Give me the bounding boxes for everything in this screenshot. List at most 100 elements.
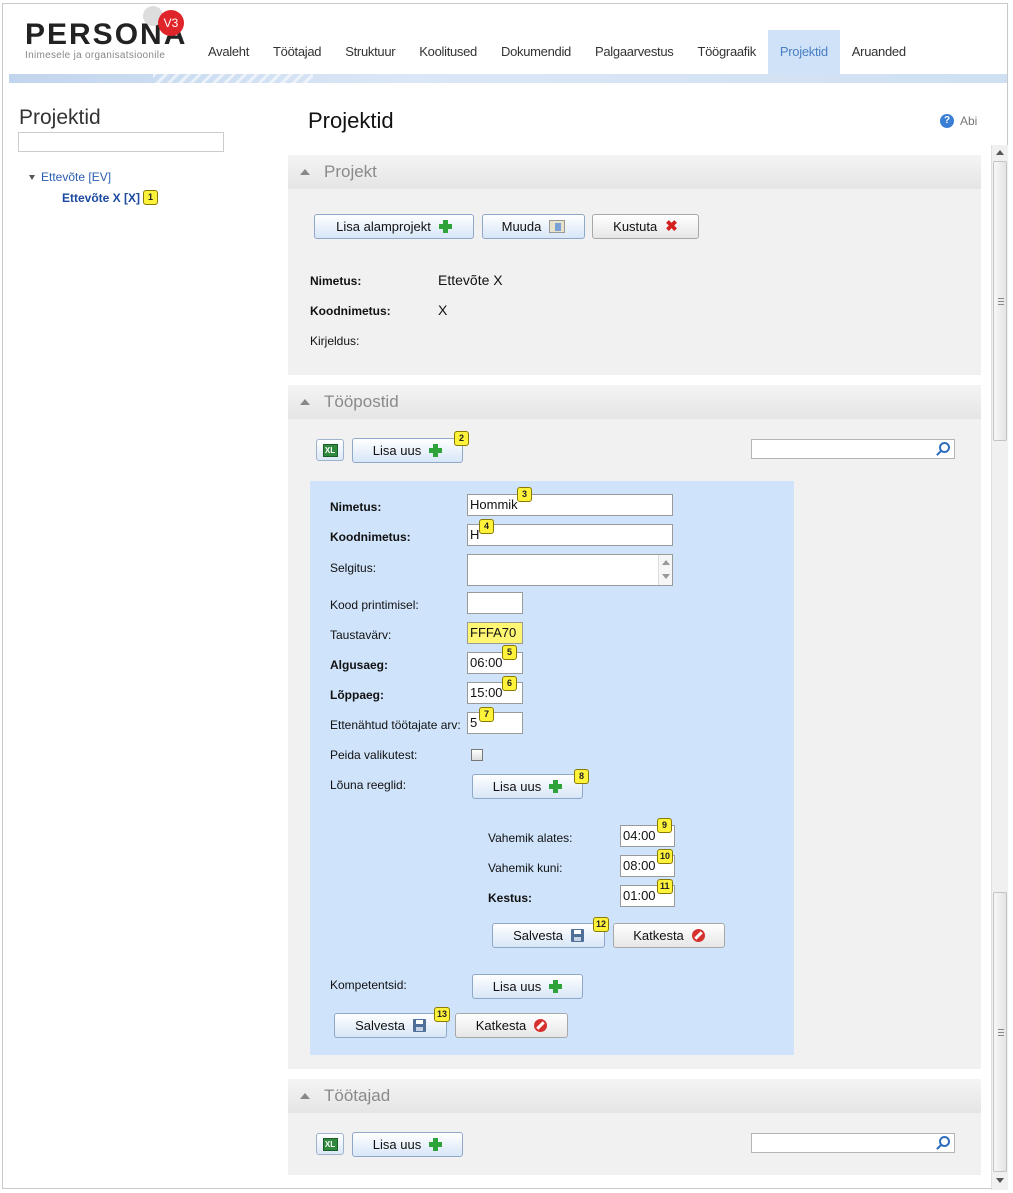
form-comp-label: Kompetentsid: [330, 978, 407, 992]
nav-dokumendid[interactable]: Dokumendid [489, 30, 583, 74]
form-desc-textarea[interactable] [467, 554, 673, 586]
tree-node-child-label[interactable]: Ettevõte X [X] [62, 191, 140, 205]
scroll-down-icon[interactable] [996, 1178, 1004, 1183]
app-window: V3 PERSONA Inimesele ja organisatsioonil… [2, 3, 1008, 1190]
search-icon[interactable] [939, 442, 950, 453]
excel-icon[interactable]: XL [322, 443, 338, 457]
tootajad-search-input[interactable] [751, 1133, 955, 1153]
plus-icon[interactable] [549, 980, 563, 993]
add-subproject-label[interactable]: Lisa alamprojekt [336, 219, 431, 234]
plus-icon[interactable] [429, 1138, 443, 1151]
save-icon[interactable] [570, 929, 584, 942]
annotation-badge: 5 [502, 645, 517, 660]
form-name-input[interactable]: Hommik [467, 494, 673, 516]
form-lunch-label: Lõuna reeglid: [330, 778, 407, 792]
excel-export-button[interactable]: XL [316, 439, 344, 461]
projekt-name-value: Ettevõte X [438, 272, 503, 288]
save-icon[interactable] [412, 1019, 426, 1032]
excel-export-button[interactable]: XL [316, 1133, 344, 1155]
nav-palgaarvestus[interactable]: Palgaarvestus [583, 30, 685, 74]
section-projekt-title[interactable]: Projekt [324, 162, 377, 182]
tree-node-child[interactable]: Ettevõte X [X] 1 [62, 190, 159, 205]
form-staff-input[interactable]: 5 [467, 712, 523, 734]
section-projekt-header[interactable]: Projekt [288, 155, 981, 189]
section-toopostid-title[interactable]: Tööpostid [324, 392, 399, 412]
toopostid-search-input[interactable] [751, 439, 955, 459]
form-print-input[interactable] [467, 592, 523, 614]
annotation-badge: 7 [479, 707, 494, 722]
scroll-down-icon[interactable] [662, 574, 670, 579]
nav-struktuur[interactable]: Struktuur [333, 30, 407, 74]
logo-tagline: Inimesele ja organisatsioonile [25, 50, 166, 61]
form-save-button[interactable]: Salvesta [334, 1013, 447, 1038]
tree-node-root[interactable]: Ettevõte [EV] [29, 170, 158, 184]
delete-x-icon[interactable]: ✖ [665, 219, 678, 234]
toopostid-add-button[interactable]: Lisa uus [352, 438, 463, 463]
nav-projektid[interactable]: Projektid [767, 30, 840, 74]
plus-icon[interactable] [549, 780, 563, 793]
header-stripe-texture [153, 74, 313, 83]
nav-aruanded[interactable]: Aruanded [840, 30, 918, 74]
nav-avaleht[interactable]: Avaleht [196, 30, 261, 74]
lunch-add-label[interactable]: Lisa uus [493, 779, 541, 794]
cancel-icon[interactable] [534, 1019, 548, 1032]
tootajad-add-button[interactable]: Lisa uus [352, 1132, 463, 1157]
lunch-save-label[interactable]: Salvesta [513, 928, 563, 943]
excel-icon[interactable]: XL [322, 1137, 338, 1151]
form-name-label: Nimetus: [330, 500, 382, 514]
nav-toograafik[interactable]: Töögraafik [685, 30, 767, 74]
form-cancel-button[interactable]: Katkesta [455, 1013, 568, 1038]
scroll-up-icon[interactable] [662, 560, 670, 565]
expand-triangle-icon[interactable] [29, 174, 35, 180]
section-tootajad-title[interactable]: Töötajad [324, 1086, 390, 1106]
edit-icon[interactable] [549, 220, 566, 233]
lunch-add-button[interactable]: Lisa uus [472, 774, 583, 799]
help-link[interactable]: ? Abi [940, 114, 977, 128]
annotation-badge: 3 [517, 487, 532, 502]
nav-koolitused[interactable]: Koolitused [407, 30, 489, 74]
delete-button[interactable]: Kustuta ✖ [592, 214, 699, 239]
section-toopostid-header[interactable]: Tööpostid [288, 385, 981, 419]
lunch-save-button[interactable]: Salvesta [492, 923, 605, 948]
form-hide-checkbox[interactable] [471, 749, 483, 761]
main-nav: Avaleht Töötajad Struktuur Koolitused Do… [196, 30, 918, 74]
collapse-triangle-icon[interactable] [300, 169, 310, 175]
lunch-from-label: Vahemik alates: [488, 831, 573, 845]
scroll-up-icon[interactable] [996, 150, 1004, 155]
page-scrollbar[interactable] [991, 145, 1008, 1190]
delete-label[interactable]: Kustuta [613, 219, 657, 234]
lunch-cancel-label[interactable]: Katkesta [633, 928, 684, 943]
tootajad-add-label[interactable]: Lisa uus [373, 1137, 421, 1152]
form-code-input[interactable]: H [467, 524, 673, 546]
scrollbar-thumb-lower[interactable] [993, 892, 1007, 1172]
edit-label[interactable]: Muuda [502, 219, 542, 234]
textarea-scrollbar[interactable] [658, 555, 672, 585]
plus-icon[interactable] [438, 220, 452, 233]
help-icon[interactable]: ? [940, 114, 954, 128]
comp-add-button[interactable]: Lisa uus [472, 974, 583, 999]
annotation-badge: 11 [657, 879, 673, 894]
help-label[interactable]: Abi [960, 114, 977, 128]
section-tootajad-header[interactable]: Töötajad [288, 1079, 981, 1113]
toopostid-add-label[interactable]: Lisa uus [373, 443, 421, 458]
collapse-triangle-icon[interactable] [300, 399, 310, 405]
lunch-cancel-button[interactable]: Katkesta [613, 923, 725, 948]
sidebar-search-input[interactable] [18, 132, 224, 152]
annotation-badge: 6 [502, 676, 517, 691]
form-bg-input[interactable]: FFFA70 [467, 622, 523, 644]
add-subproject-button[interactable]: Lisa alamprojekt [314, 214, 474, 239]
collapse-triangle-icon[interactable] [300, 1093, 310, 1099]
edit-button[interactable]: Muuda [482, 214, 585, 239]
logo-version-badge: V3 [158, 10, 184, 36]
annotation-badge: 4 [479, 519, 494, 534]
plus-icon[interactable] [429, 444, 443, 457]
search-icon[interactable] [939, 1136, 950, 1147]
nav-tootajad[interactable]: Töötajad [261, 30, 333, 74]
form-save-label[interactable]: Salvesta [355, 1018, 405, 1033]
comp-add-label[interactable]: Lisa uus [493, 979, 541, 994]
form-cancel-label[interactable]: Katkesta [476, 1018, 527, 1033]
tree-node-root-label[interactable]: Ettevõte [EV] [41, 170, 111, 184]
cancel-icon[interactable] [691, 929, 705, 942]
annotation-badge: 2 [454, 431, 469, 446]
scrollbar-thumb-upper[interactable] [993, 161, 1007, 441]
